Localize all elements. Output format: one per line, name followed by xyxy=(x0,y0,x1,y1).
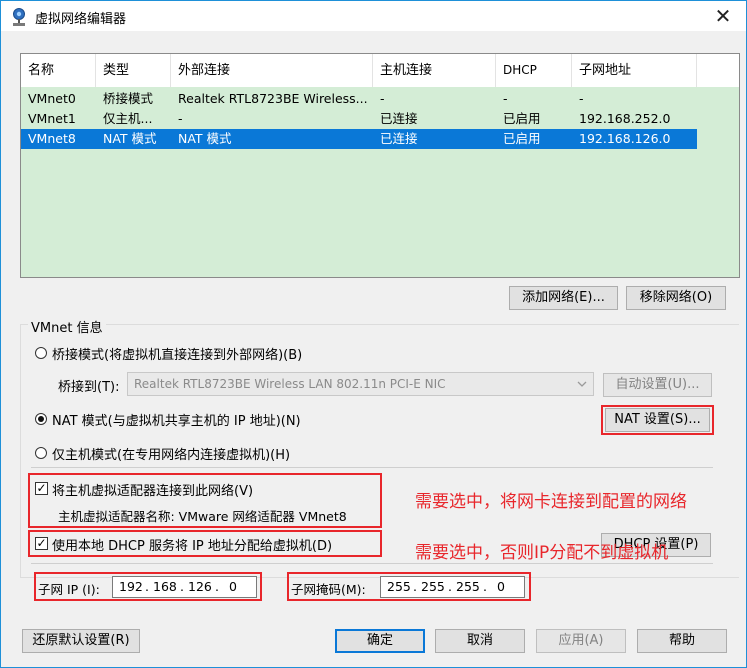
cell-type: NAT 模式 xyxy=(103,131,157,146)
cell-external: NAT 模式 xyxy=(178,131,232,146)
annotation-note-2: 需要选中，否则IP分配不到虚拟机 xyxy=(415,543,669,563)
cell-subnet: 192.168.126.0 xyxy=(579,131,671,146)
annotation-note-1: 需要选中，将网卡连接到配置的网络 xyxy=(415,492,687,512)
cancel-button[interactable]: 取消 xyxy=(435,629,525,653)
mask-octet-1: 255 xyxy=(387,579,411,594)
list-scrollbar-area xyxy=(697,87,739,277)
group-title: VMnet 信息 xyxy=(28,317,106,336)
apply-button[interactable]: 应用(A) xyxy=(536,629,626,653)
bridge-to-select[interactable]: Realtek RTL8723BE Wireless LAN 802.11n P… xyxy=(127,372,594,396)
cell-dhcp: 已启用 xyxy=(503,111,541,126)
dhcp-checkbox[interactable]: ✓ xyxy=(35,537,48,550)
cell-dhcp: 已启用 xyxy=(503,131,541,146)
column-header-host[interactable]: 主机连接 xyxy=(373,54,496,87)
ip-dot: . xyxy=(145,579,149,594)
column-header-dhcp[interactable]: DHCP xyxy=(496,54,572,87)
cell-subnet: 192.168.252.0 xyxy=(579,111,671,126)
bridge-to-label: 桥接到(T): xyxy=(58,380,120,395)
column-header-type[interactable]: 类型 xyxy=(96,54,171,87)
ok-button[interactable]: 确定 xyxy=(335,629,425,653)
connect-adapter-label[interactable]: 将主机虚拟适配器连接到此网络(V) xyxy=(52,480,253,499)
mask-dot: . xyxy=(413,579,417,594)
dhcp-check-label[interactable]: 使用本地 DHCP 服务将 IP 地址分配给虚拟机(D) xyxy=(52,535,332,554)
nat-radio[interactable] xyxy=(35,413,47,425)
help-button[interactable]: 帮助 xyxy=(637,629,727,653)
cell-host: 已连接 xyxy=(380,111,418,126)
cell-name: VMnet1 xyxy=(28,111,76,126)
cell-host: - xyxy=(380,91,385,106)
separator xyxy=(31,563,713,564)
ip-octet-4: 0 xyxy=(229,579,237,594)
mask-octet-4: 0 xyxy=(497,579,505,594)
mask-octet-3: 255 xyxy=(456,579,480,594)
ip-dot: . xyxy=(215,579,219,594)
chevron-down-icon xyxy=(577,381,587,387)
cell-name: VMnet8 xyxy=(28,131,76,146)
subnet-mask-input[interactable]: 255 . 255 . 255 . 0 xyxy=(380,576,525,598)
column-header-subnet[interactable]: 子网地址 xyxy=(572,54,697,87)
add-network-button[interactable]: 添加网络(E)... xyxy=(509,286,618,310)
table-row[interactable]: VMnet0 桥接模式 Realtek RTL8723BE Wireless..… xyxy=(21,89,697,109)
cell-host: 已连接 xyxy=(380,131,418,146)
subnet-ip-label: 子网 IP (I): xyxy=(38,582,100,597)
nat-radio-label[interactable]: NAT 模式(与虚拟机共享主机的 IP 地址)(N) xyxy=(52,410,301,429)
connect-adapter-checkbox[interactable]: ✓ xyxy=(35,482,48,495)
mask-dot: . xyxy=(483,579,487,594)
nat-settings-button[interactable]: NAT 设置(S)... xyxy=(605,408,710,432)
mask-dot: . xyxy=(448,579,452,594)
hostonly-radio-label[interactable]: 仅主机模式(在专用网络内连接虚拟机)(H) xyxy=(52,444,290,463)
subnet-mask-label: 子网掩码(M): xyxy=(291,582,366,597)
column-header-external[interactable]: 外部连接 xyxy=(171,54,373,87)
ip-octet-1: 192 xyxy=(119,579,143,594)
network-list[interactable]: 名称 类型 外部连接 主机连接 DHCP 子网地址 VMnet0 桥接模式 Re… xyxy=(20,53,740,278)
close-icon[interactable]: ✕ xyxy=(700,1,746,31)
virtual-network-editor-window: 虚拟网络编辑器 ✕ 名称 类型 外部连接 主机连接 DHCP 子网地址 VMne… xyxy=(0,0,747,668)
remove-network-button[interactable]: 移除网络(O) xyxy=(626,286,726,310)
cell-name: VMnet0 xyxy=(28,91,76,106)
bridge-to-value: Realtek RTL8723BE Wireless LAN 802.11n P… xyxy=(134,377,446,391)
cell-type: 仅主机... xyxy=(103,111,153,126)
subnet-ip-input[interactable]: 192 . 168 . 126 . 0 xyxy=(112,576,257,598)
ip-dot: . xyxy=(180,579,184,594)
adapter-name-label: 主机虚拟适配器名称: VMware 网络适配器 VMnet8 xyxy=(58,509,347,524)
cell-external: Realtek RTL8723BE Wireless... xyxy=(178,91,368,106)
cell-type: 桥接模式 xyxy=(103,91,154,106)
window-title: 虚拟网络编辑器 xyxy=(35,12,127,27)
bridge-radio-label[interactable]: 桥接模式(将虚拟机直接连接到外部网络)(B) xyxy=(52,344,302,363)
restore-defaults-button[interactable]: 还原默认设置(R) xyxy=(22,629,140,653)
title-bar: 虚拟网络编辑器 ✕ xyxy=(1,1,746,31)
cell-dhcp: - xyxy=(503,91,508,106)
table-row-selected[interactable]: VMnet8 NAT 模式 NAT 模式 已连接 已启用 192.168.126… xyxy=(21,129,697,149)
separator xyxy=(31,467,713,468)
list-header: 名称 类型 外部连接 主机连接 DHCP 子网地址 xyxy=(21,54,739,87)
vmware-network-icon xyxy=(13,8,25,26)
ip-octet-3: 126 xyxy=(188,579,212,594)
mask-octet-2: 255 xyxy=(421,579,445,594)
cell-external: - xyxy=(178,111,183,126)
hostonly-radio[interactable] xyxy=(35,447,47,459)
column-header-name[interactable]: 名称 xyxy=(21,54,96,87)
auto-settings-button[interactable]: 自动设置(U)... xyxy=(603,373,712,397)
ip-octet-2: 168 xyxy=(153,579,177,594)
cell-subnet: - xyxy=(579,91,584,106)
table-row[interactable]: VMnet1 仅主机... - 已连接 已启用 192.168.252.0 xyxy=(21,109,697,129)
bridge-radio[interactable] xyxy=(35,347,47,359)
